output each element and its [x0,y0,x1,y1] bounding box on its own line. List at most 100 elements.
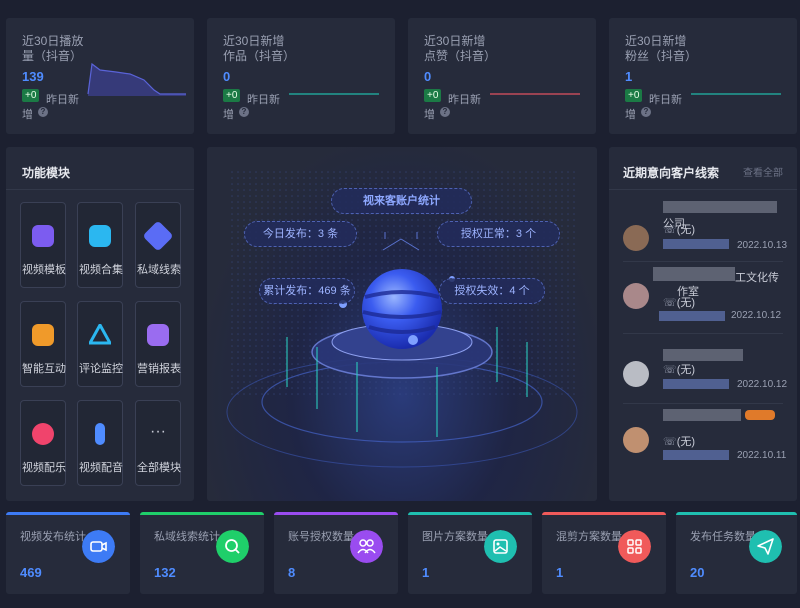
auth-ok-label: 授权正常： [460,228,516,240]
lead-item[interactable]: 工文化传 作室 ☏(无) 2022.10.12 [609,267,799,337]
accent-bar [676,512,797,515]
bottom-title: 私域线索统计 [154,531,220,543]
stat-account-auth[interactable]: 账号授权数量 8 [274,512,398,594]
auth-failed-pill: 授权失效：4 个 [439,278,545,304]
name-blur [663,201,777,213]
lead-name: 工文化传 [735,272,779,284]
masked-text [663,379,729,389]
help-icon[interactable]: ? [38,107,48,117]
lead-phone-text: (无) [676,436,696,448]
module-comment-monitor[interactable]: 评论监控 [77,301,123,387]
image-icon [484,530,517,563]
stat-value: 0 [223,69,231,84]
lead-phone: ☏(无) [663,294,695,310]
total-unit: 条 [339,285,351,297]
name-blur [663,349,743,361]
avatar [623,427,649,453]
avatar [623,225,649,251]
bottom-value: 469 [20,565,42,580]
emoji-icon [745,410,775,420]
delta-badge: +0 [22,89,40,102]
microphone-icon [95,423,105,445]
delta-label: 昨日新 [46,94,79,106]
auth-normal-pill: 授权正常：3 个 [437,221,560,247]
video-camera-icon [82,530,115,563]
stat-private-leads[interactable]: 私域线索统计 132 [140,512,264,594]
bottom-title: 视频发布统计 [20,531,86,543]
divider [609,189,797,190]
divider [623,333,783,334]
smart-interaction-icon [32,324,54,346]
avatar [623,361,649,387]
lead-date: 2022.10.12 [737,379,788,390]
lead-phone: ☏(无) [663,433,695,449]
lead-item[interactable]: ☏(无) 2022.10.11 [609,409,799,479]
masked-text [663,239,729,249]
name-blur [653,267,735,281]
marketing-report-icon [147,324,169,346]
today-published-pill: 今日发布：3 条 [244,221,357,247]
lead-phone-text: (无) [676,297,696,309]
module-label: 营销报表 [137,363,181,375]
module-video-dubbing[interactable]: 视频配音 [77,400,123,486]
comment-monitor-icon [89,324,111,345]
today-label: 今日发布： [262,228,318,240]
lead-phone: ☏(无) [663,221,695,237]
bottom-value: 8 [288,565,296,580]
stat-publish-tasks[interactable]: 发布任务数量 20 [676,512,797,594]
lead-phone: ☏(无) [663,361,695,377]
plays-sparkline [87,62,186,96]
module-smart-interaction[interactable]: 智能互动 [20,301,66,387]
account-statistics-visual: 视来客账户统计 今日发布：3 条 授权正常：3 个 累计发布：469 条 授权失… [207,147,597,501]
today-unit: 条 [327,228,339,240]
bottom-title: 账号授权数量 [288,531,354,543]
help-icon[interactable]: ? [440,107,450,117]
stat-video-publish[interactable]: 视频发布统计 469 [6,512,130,594]
recent-leads-panel: 近期意向客户线索 查看全部 公司 ☏(无) 2022.10.13 工文化传 作室… [609,147,797,501]
module-video-collection[interactable]: 视频合集 [77,202,123,288]
phone-icon: ☏ [663,297,677,309]
private-leads-icon [142,220,174,252]
module-video-template[interactable]: 视频模板 [20,202,66,288]
module-video-music[interactable]: 视频配乐 [20,400,66,486]
likes-sparkline [490,93,580,95]
delta-label-tail: 增 [424,109,435,121]
video-collection-icon [89,225,111,247]
module-marketing-report[interactable]: 营销报表 [135,301,181,387]
module-label: 私域线索 [137,264,181,276]
stat-value: 1 [625,69,633,84]
delta-label: 昨日新 [247,94,280,106]
works-sparkline [289,93,379,95]
help-icon[interactable]: ? [239,107,249,117]
help-icon[interactable]: ? [641,107,651,117]
module-all[interactable]: ··· 全部模块 [135,400,181,486]
bottom-title: 图片方案数量 [422,531,488,543]
stat-card-fans: 近30日新增粉丝（抖音） 1 +0 昨日新 增 ? [609,18,797,134]
delta-badge: +0 [223,89,241,102]
total-label: 累计发布： [263,285,319,297]
delta-badge: +0 [625,89,643,102]
bottom-value: 20 [690,565,705,580]
stat-card-works: 近30日新增作品（抖音） 0 +0 昨日新 增 ? [207,18,395,134]
phone-icon: ☏ [663,436,677,448]
stat-image-plans[interactable]: 图片方案数量 1 [408,512,532,594]
stat-remix-plans[interactable]: 混剪方案数量 1 [542,512,666,594]
auth-fail-value: 4 [509,285,516,297]
lead-date: 2022.10.12 [731,310,782,321]
leads-title: 近期意向客户线索 [623,166,720,180]
name-blur [663,409,741,421]
stat-card-plays: 近30日播放量（抖音） 139 +0 昨日新 增 ? [6,18,194,134]
module-private-leads[interactable]: 私域线索 [135,202,181,288]
phone-icon: ☏ [663,224,677,236]
stat-title: 近30日新增粉丝（抖音） [625,34,698,63]
auth-ok-unit: 个 [525,228,537,240]
music-icon [32,423,54,445]
view-all-link[interactable]: 查看全部 [743,164,783,179]
delta-label: 昨日新 [448,94,481,106]
delta-badge: +0 [424,89,442,102]
lead-date: 2022.10.13 [737,240,788,251]
bottom-value: 132 [154,565,176,580]
stat-title: 近30日播放量（抖音） [22,34,84,63]
auth-fail-unit: 个 [518,285,530,297]
accent-bar [274,512,398,515]
